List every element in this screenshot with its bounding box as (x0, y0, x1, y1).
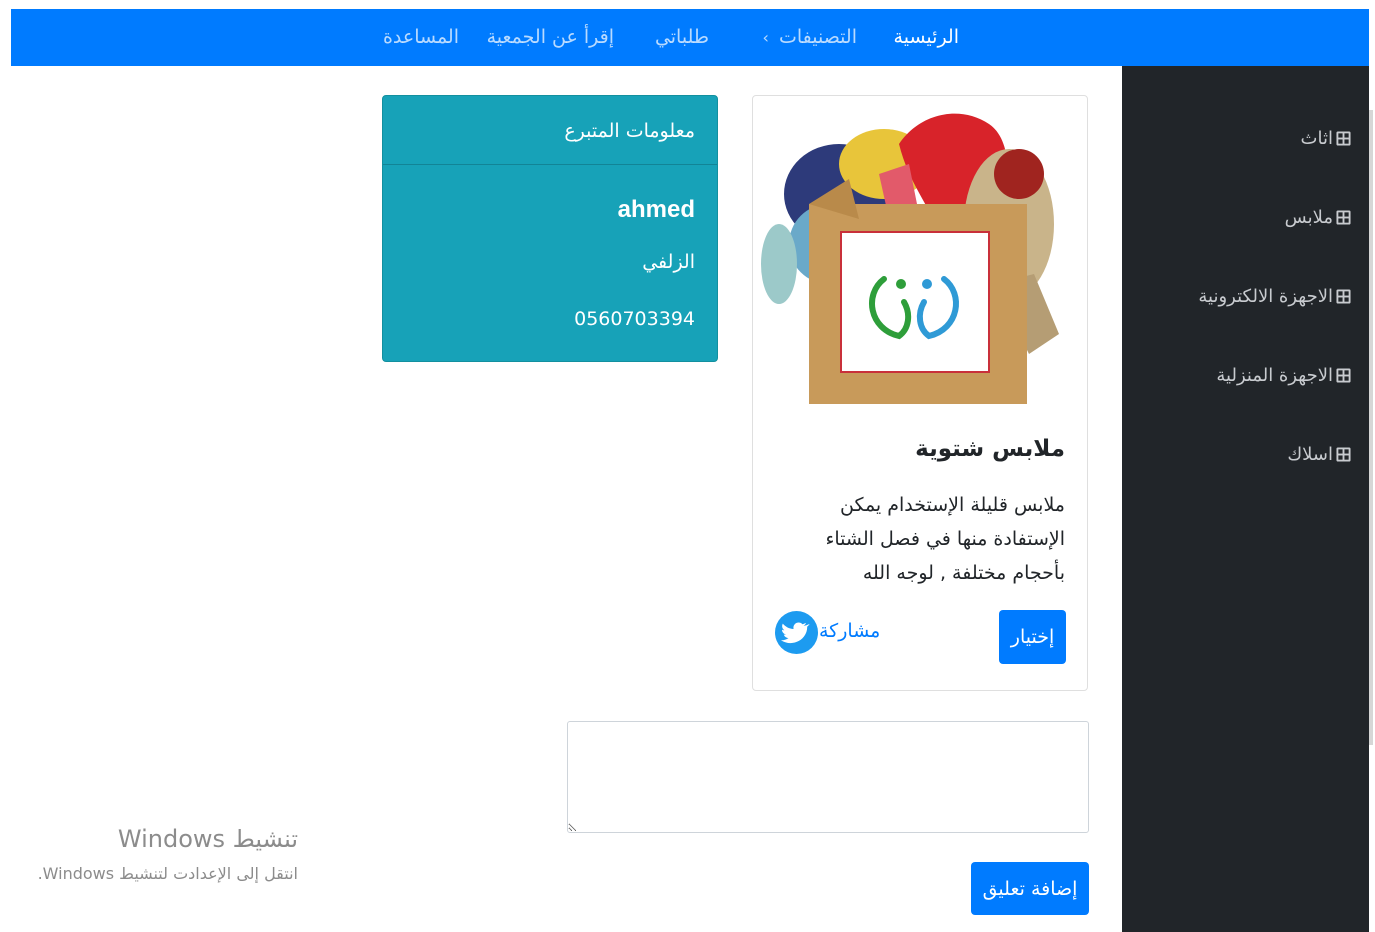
nav-categories-label: التصنيفات (778, 26, 857, 48)
grid-icon (1336, 368, 1351, 383)
sidebar-item-label: اثاث (1300, 128, 1333, 149)
nav-help[interactable]: المساعدة (383, 9, 459, 66)
nav-my-requests[interactable]: طلباتي (655, 9, 709, 66)
nav-home[interactable]: الرئيسية (894, 9, 959, 66)
sidebar-item-electronics[interactable]: الاجهزة الالكترونية (1198, 286, 1351, 307)
product-description: ملابس قليلة الإستخدام يمكن الإستفادة منه… (825, 494, 1065, 584)
grid-icon (1336, 289, 1351, 304)
sidebar-item-label: الاجهزة المنزلية (1216, 365, 1333, 386)
donor-info-card: معلومات المتبرع ahmed الزلفي 0560703394 (382, 95, 718, 362)
twitter-icon[interactable] (775, 611, 818, 654)
sidebar-item-cables[interactable]: اسلاك (1287, 444, 1351, 465)
clothes-box-image (761, 113, 1059, 404)
product-card: ملابس شتوية ملابس قليلة الإستخدام يمكن ا… (752, 95, 1088, 691)
grid-icon (1336, 131, 1351, 146)
category-sidebar: اثاث ملابس الاجهزة الالكترونية الاجهزة ا… (1122, 66, 1369, 932)
top-navbar: الرئيسية التصنيفات › طلباتي إقرأ عن الجمع… (11, 9, 1369, 66)
comment-textarea[interactable] (567, 721, 1089, 833)
share-link[interactable]: مشاركة (819, 620, 880, 642)
chevron-right-icon: › (762, 28, 769, 47)
twitter-bird-icon (780, 622, 810, 644)
donor-city: الزلفي (642, 251, 695, 273)
donor-name: ahmed (617, 196, 695, 223)
windows-activation-title: تنشيط Windows (117, 825, 298, 853)
windows-activation-subtitle: انتقل إلى الإعدادت لتنشيط Windows. (37, 864, 298, 883)
scrollbar[interactable] (1369, 110, 1373, 745)
sidebar-item-clothes[interactable]: ملابس (1285, 207, 1351, 228)
nav-about[interactable]: إقرأ عن الجمعية (487, 9, 614, 66)
nav-categories[interactable]: التصنيفات › (763, 9, 857, 66)
product-title: ملابس شتوية (915, 436, 1065, 462)
sidebar-item-label: ملابس (1284, 207, 1333, 228)
sidebar-item-home-appliances[interactable]: الاجهزة المنزلية (1216, 365, 1351, 386)
sidebar-item-furniture[interactable]: اثاث (1301, 128, 1351, 149)
donor-phone: 0560703394 (574, 308, 695, 330)
grid-icon (1336, 210, 1351, 225)
sidebar-item-label: الاجهزة الالكترونية (1198, 286, 1333, 307)
choose-button[interactable]: إختيار (999, 610, 1066, 664)
donor-info-header: معلومات المتبرع (383, 96, 717, 165)
sidebar-item-label: اسلاك (1287, 444, 1333, 465)
add-comment-button[interactable]: إضافة تعليق (971, 862, 1089, 915)
grid-icon (1336, 447, 1351, 462)
